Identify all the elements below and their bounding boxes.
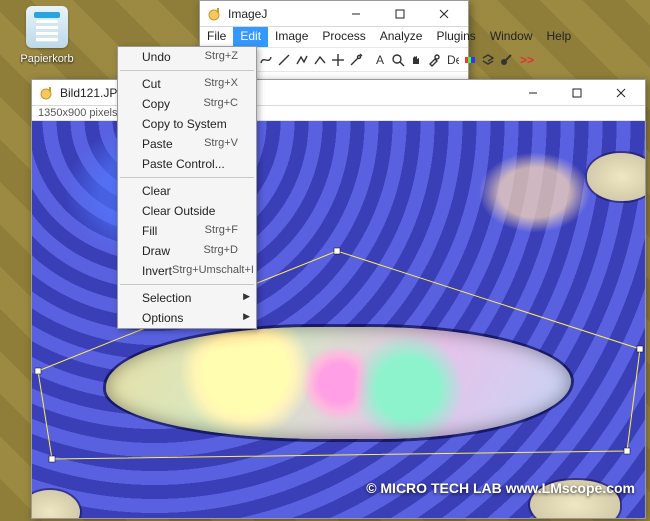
menu-item-shortcut: Strg+V <box>204 137 238 151</box>
menu-item-shortcut: Strg+Umschalt+I <box>172 264 254 278</box>
menu-item-label: Undo <box>142 50 171 64</box>
tool-hand-icon[interactable] <box>408 50 424 70</box>
menu-item-invert[interactable]: InvertStrg+Umschalt+I <box>118 261 256 281</box>
menu-item-draw[interactable]: Draw Strg+D <box>118 241 256 261</box>
tool-freehand-icon[interactable] <box>258 50 274 70</box>
menu-item-selection[interactable]: Selection <box>118 288 256 308</box>
menu-edit[interactable]: Edit <box>233 27 268 47</box>
toolbar-more-icon[interactable]: >> <box>516 53 538 67</box>
tool-wand-icon[interactable] <box>348 50 364 70</box>
menu-item-label: Cut <box>142 77 161 91</box>
menu-item-fill[interactable]: Fill Strg+F <box>118 221 256 241</box>
menu-item-shortcut: Strg+F <box>205 224 238 238</box>
edit-menu-dropdown: Undo Strg+Z Cut Strg+X Copy Strg+C Copy to Sys… <box>117 46 257 329</box>
recycle-bin-icon <box>26 6 68 48</box>
tool-multiline-icon[interactable] <box>294 50 310 70</box>
close-button[interactable] <box>599 80 643 106</box>
tool-brush-icon[interactable] <box>498 50 514 70</box>
menu-item-label: Invert <box>142 264 172 278</box>
menu-item-shortcut: Strg+D <box>203 244 238 258</box>
menu-item-shortcut: Strg+Z <box>205 50 238 64</box>
tool-text-icon[interactable]: A <box>372 50 388 70</box>
desktop-icon-recycle-bin[interactable]: Papierkorb <box>12 6 82 65</box>
close-button[interactable] <box>422 1 466 27</box>
menu-item-paste[interactable]: Paste Strg+V <box>118 134 256 154</box>
desktop-icon-label: Papierkorb <box>20 53 73 65</box>
menu-window[interactable]: Window <box>483 27 540 47</box>
menu-separator <box>120 177 254 178</box>
menu-analyze[interactable]: Analyze <box>373 27 430 47</box>
menu-item-undo[interactable]: Undo Strg+Z <box>118 47 256 67</box>
svg-text:A: A <box>376 53 384 67</box>
menu-item-options[interactable]: Options <box>118 308 256 328</box>
menu-item-paste-control[interactable]: Paste Control... <box>118 154 256 174</box>
menu-item-shortcut: Strg+C <box>203 97 238 111</box>
menu-item-label: Options <box>142 311 183 325</box>
imagej-app-icon <box>206 6 222 22</box>
menu-item-label: Paste Control... <box>142 157 225 171</box>
menu-item-label: Fill <box>142 224 157 238</box>
tool-point-icon[interactable] <box>330 50 346 70</box>
menubar: FileEditImageProcessAnalyzePluginsWindow… <box>200 27 468 47</box>
menu-item-label: Selection <box>142 291 191 305</box>
menu-item-label: Copy to System <box>142 117 227 131</box>
menu-item-cut[interactable]: Cut Strg+X <box>118 74 256 94</box>
menu-item-label: Draw <box>142 244 170 258</box>
watermark-text: © MICRO TECH LAB www.LMscope.com <box>366 480 635 496</box>
imagej-app-icon <box>38 85 54 101</box>
tool-line-icon[interactable] <box>276 50 292 70</box>
minimize-button[interactable] <box>334 1 378 27</box>
tool-lut-icon[interactable] <box>462 50 478 70</box>
menu-separator <box>120 284 254 285</box>
window-title: ImageJ <box>228 7 334 21</box>
tool-stacks-icon[interactable] <box>480 50 496 70</box>
menu-item-copy-to-system[interactable]: Copy to System <box>118 114 256 134</box>
titlebar[interactable]: ImageJ <box>200 1 468 27</box>
menu-item-clear-outside[interactable]: Clear Outside <box>118 201 256 221</box>
tool-dropper-icon[interactable] <box>426 50 442 70</box>
menu-plugins[interactable]: Plugins <box>429 27 482 47</box>
menu-item-label: Clear <box>142 184 171 198</box>
maximize-button[interactable] <box>555 80 599 106</box>
menu-item-label: Copy <box>142 97 170 111</box>
tool-dev-icon[interactable]: Dev <box>444 50 460 70</box>
menu-item-label: Clear Outside <box>142 204 215 218</box>
menu-item-label: Paste <box>142 137 173 151</box>
menu-item-copy[interactable]: Copy Strg+C <box>118 94 256 114</box>
menu-help[interactable]: Help <box>540 27 579 47</box>
menu-separator <box>120 70 254 71</box>
tool-angle-icon[interactable] <box>312 50 328 70</box>
menu-item-clear[interactable]: Clear <box>118 181 256 201</box>
menu-image[interactable]: Image <box>268 27 315 47</box>
menu-file[interactable]: File <box>200 27 233 47</box>
svg-text:Dev: Dev <box>447 53 459 67</box>
tool-zoom-icon[interactable] <box>390 50 406 70</box>
menu-process[interactable]: Process <box>315 27 372 47</box>
minimize-button[interactable] <box>511 80 555 106</box>
maximize-button[interactable] <box>378 1 422 27</box>
menu-item-shortcut: Strg+X <box>204 77 238 91</box>
